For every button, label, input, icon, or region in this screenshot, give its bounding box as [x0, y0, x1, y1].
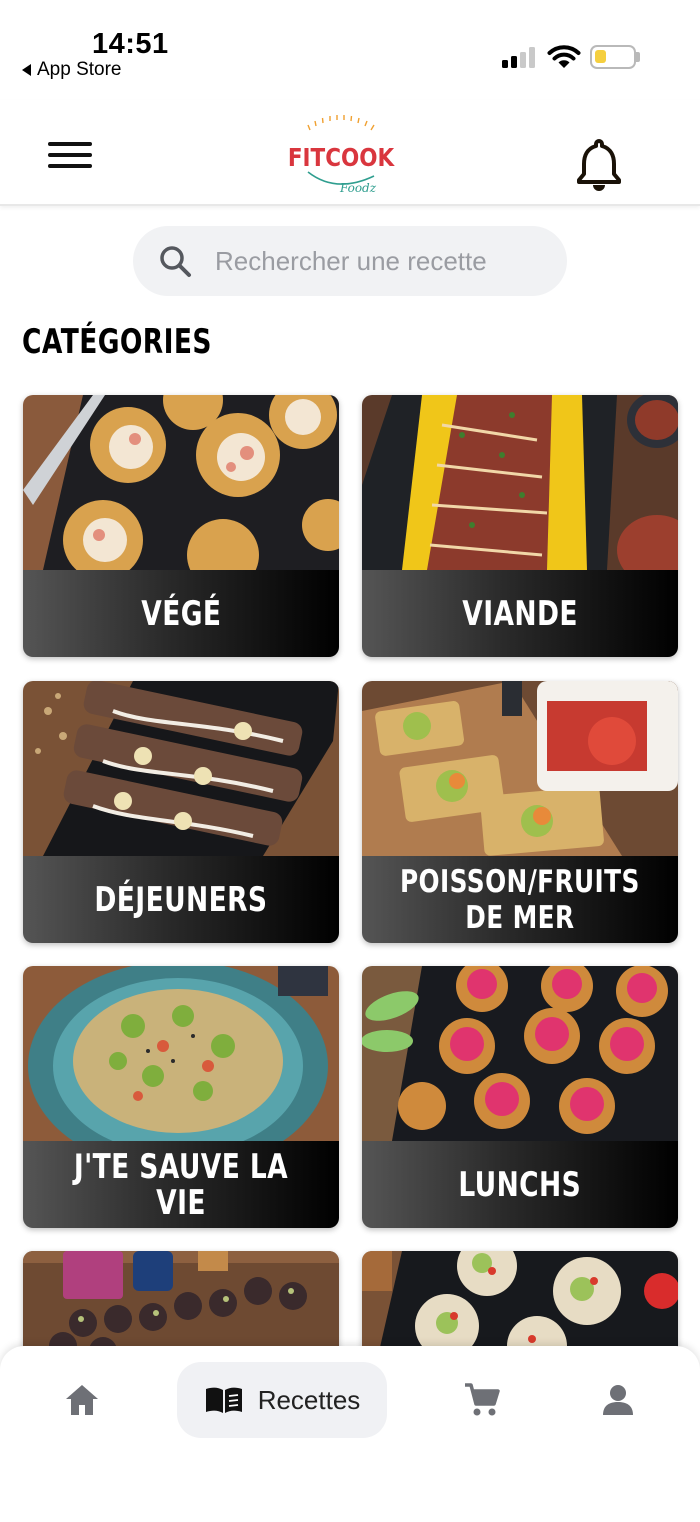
categories-grid: VÉGÉ VIANDE DÉJEUNERS POISSON/FRUITS DE …	[0, 0, 700, 1522]
category-card-jte-sauve-la-vie[interactable]: J'TE SAUVE LA VIE	[23, 966, 339, 1228]
category-label: J'TE SAUVE LA VIE	[73, 1146, 289, 1223]
nav-profile[interactable]	[576, 1362, 660, 1438]
category-card-lunchs[interactable]: LUNCHS	[362, 966, 678, 1228]
nav-recipes[interactable]: Recettes	[177, 1362, 387, 1438]
category-label: POISSON/FRUITS DE MER	[400, 863, 640, 936]
nav-home[interactable]	[40, 1362, 124, 1438]
category-photo	[362, 966, 678, 1141]
profile-icon	[603, 1385, 633, 1415]
category-card-vege[interactable]: VÉGÉ	[23, 395, 339, 657]
category-label: VÉGÉ	[140, 593, 222, 634]
category-card-poisson-fruits-de-mer[interactable]: POISSON/FRUITS DE MER	[362, 681, 678, 943]
category-photo	[362, 681, 678, 856]
home-icon	[66, 1385, 98, 1415]
category-label: VIANDE	[462, 593, 578, 634]
nav-recipes-label: Recettes	[257, 1384, 361, 1415]
nav-cart[interactable]	[440, 1362, 524, 1438]
category-card-viande[interactable]: VIANDE	[362, 395, 678, 657]
category-photo	[23, 395, 339, 570]
recipe-book-icon	[205, 1387, 242, 1413]
category-label: LUNCHS	[458, 1164, 582, 1205]
category-photo	[23, 681, 339, 856]
bottom-navigation: Recettes	[0, 1346, 700, 1522]
category-card-dejeuners[interactable]: DÉJEUNERS	[23, 681, 339, 943]
category-label: DÉJEUNERS	[94, 879, 268, 920]
category-photo	[362, 395, 678, 570]
category-photo	[23, 966, 339, 1141]
cart-icon	[465, 1383, 500, 1416]
